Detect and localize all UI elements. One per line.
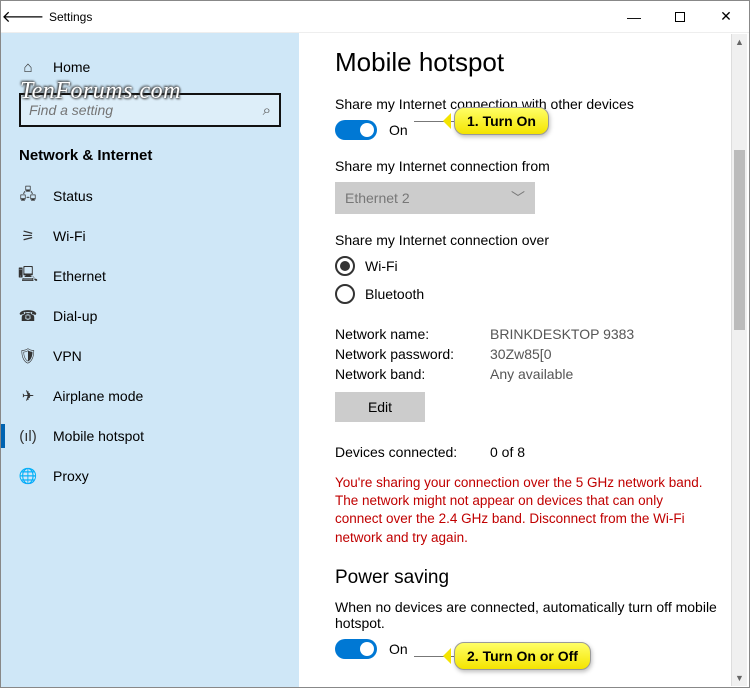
search-icon: ⌕ <box>263 102 271 119</box>
power-saving-label: When no devices are connected, automatic… <box>335 599 725 631</box>
edit-button[interactable]: Edit <box>335 392 425 422</box>
hotspot-icon: (ıl) <box>19 428 37 445</box>
radio-wifi-button[interactable] <box>335 256 355 276</box>
radio-wifi[interactable]: Wi-Fi <box>335 256 725 276</box>
sidebar-item-label: Dial-up <box>53 308 97 324</box>
radio-bluetooth-button[interactable] <box>335 284 355 304</box>
ethernet-icon: 🖳 <box>19 264 37 289</box>
network-name-value: BRINKDESKTOP 9383 <box>490 326 634 342</box>
sidebar-item-label: Ethernet <box>53 268 106 284</box>
scroll-down-arrow[interactable]: ▼ <box>732 670 747 686</box>
dialup-icon: ☎ <box>19 307 37 325</box>
power-saving-toggle[interactable] <box>335 639 377 659</box>
network-band-value: Any available <box>490 366 573 382</box>
band-warning-text: You're sharing your connection over the … <box>335 474 705 547</box>
proxy-icon: 🌐 <box>19 467 37 485</box>
sidebar-section-heading: Network & Internet <box>1 139 299 176</box>
home-nav[interactable]: ⌂ Home <box>1 47 299 87</box>
vpn-icon: 🛡 <box>19 347 37 365</box>
vertical-scrollbar[interactable]: ▲ ▼ <box>731 34 747 686</box>
sidebar-item-wifi[interactable]: ⚞ Wi-Fi <box>1 216 299 256</box>
sidebar-item-label: VPN <box>53 348 82 364</box>
search-field[interactable] <box>29 102 263 118</box>
network-band-key: Network band: <box>335 366 490 382</box>
close-button[interactable]: ✕ <box>703 1 749 33</box>
airplane-icon: ✈ <box>19 387 37 405</box>
sidebar-item-label: Proxy <box>53 468 89 484</box>
sidebar-item-status[interactable]: 🖧 Status <box>1 176 299 216</box>
sidebar-item-label: Wi-Fi <box>53 228 86 244</box>
sidebar-item-label: Status <box>53 188 93 204</box>
sidebar: ⌂ Home ⌕ Network & Internet 🖧 Status ⚞ W… <box>1 33 299 687</box>
sidebar-item-vpn[interactable]: 🛡 VPN <box>1 336 299 376</box>
sidebar-item-label: Airplane mode <box>53 388 143 404</box>
radio-wifi-label: Wi-Fi <box>365 258 398 274</box>
annotation-callout-1: 1. Turn On <box>454 107 549 135</box>
maximize-button[interactable] <box>657 1 703 33</box>
share-from-label: Share my Internet connection from <box>335 158 725 174</box>
sidebar-item-proxy[interactable]: 🌐 Proxy <box>1 456 299 496</box>
power-saving-heading: Power saving <box>335 567 725 589</box>
annotation-callout-2: 2. Turn On or Off <box>454 642 591 670</box>
sidebar-item-label: Mobile hotspot <box>53 428 144 444</box>
status-icon: 🖧 <box>19 184 37 209</box>
share-toggle[interactable] <box>335 120 377 140</box>
titlebar: 🡐 Settings — ✕ <box>1 1 749 33</box>
share-from-dropdown: Ethernet 2 ﹀ <box>335 182 535 214</box>
dropdown-value: Ethernet 2 <box>345 190 410 206</box>
home-icon: ⌂ <box>19 59 37 76</box>
home-label: Home <box>53 59 90 75</box>
page-title: Mobile hotspot <box>335 47 725 78</box>
share-over-label: Share my Internet connection over <box>335 232 725 248</box>
minimize-button[interactable]: — <box>611 1 657 33</box>
network-name-key: Network name: <box>335 326 490 342</box>
scrollbar-thumb[interactable] <box>734 150 745 330</box>
devices-connected-value: 0 of 8 <box>490 444 525 460</box>
network-password-key: Network password: <box>335 346 490 362</box>
share-toggle-state: On <box>389 122 408 138</box>
sidebar-item-mobile-hotspot[interactable]: (ıl) Mobile hotspot <box>1 416 299 456</box>
window-title: Settings <box>45 10 92 24</box>
network-password-value: 30Zw85[0 <box>490 346 551 362</box>
devices-connected-key: Devices connected: <box>335 444 490 460</box>
chevron-down-icon: ﹀ <box>511 188 525 208</box>
back-button[interactable]: 🡐 <box>1 1 45 33</box>
power-saving-toggle-state: On <box>389 641 408 657</box>
sidebar-item-ethernet[interactable]: 🖳 Ethernet <box>1 256 299 296</box>
sidebar-item-airplane[interactable]: ✈ Airplane mode <box>1 376 299 416</box>
scroll-up-arrow[interactable]: ▲ <box>732 34 747 50</box>
sidebar-item-dialup[interactable]: ☎ Dial-up <box>1 296 299 336</box>
search-input[interactable]: ⌕ <box>19 93 281 127</box>
radio-bluetooth[interactable]: Bluetooth <box>335 284 725 304</box>
wifi-icon: ⚞ <box>19 227 37 245</box>
radio-bluetooth-label: Bluetooth <box>365 286 424 302</box>
